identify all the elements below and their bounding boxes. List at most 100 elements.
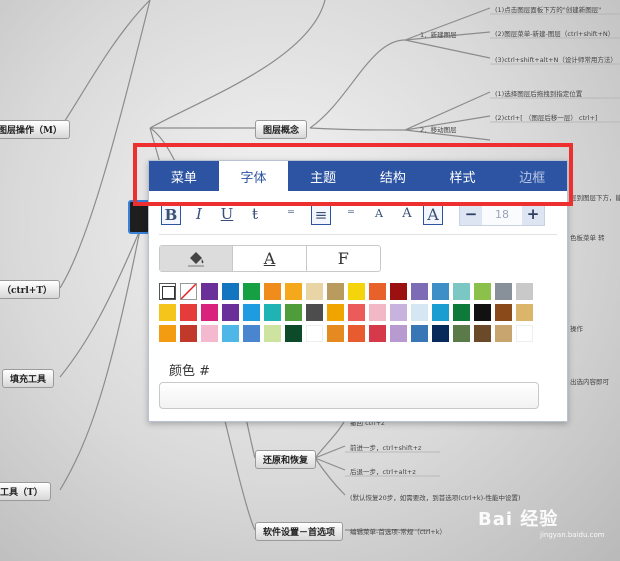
font-largest-button[interactable]: A — [423, 203, 443, 225]
color-swatch[interactable] — [516, 325, 533, 342]
color-swatch[interactable] — [222, 283, 239, 300]
color-swatch[interactable] — [285, 325, 302, 342]
color-swatch[interactable] — [243, 325, 260, 342]
mindmap-leaf: 2．移动图层 — [420, 126, 457, 134]
mindmap-node-text-tool[interactable]: 工具（T） — [0, 482, 51, 501]
color-swatch[interactable] — [432, 304, 449, 321]
color-swatch[interactable] — [180, 325, 197, 342]
watermark-brand: Bai 经验 — [478, 509, 559, 530]
color-swatch[interactable] — [243, 283, 260, 300]
color-swatch[interactable] — [264, 283, 281, 300]
color-swatch[interactable] — [285, 304, 302, 321]
font-larger-button[interactable]: A — [397, 203, 417, 225]
divider — [159, 234, 557, 235]
align-center-button[interactable]: ≡ — [311, 203, 331, 225]
increase-size-button[interactable]: + — [522, 205, 544, 225]
color-swatch[interactable] — [180, 283, 197, 300]
color-swatch[interactable] — [516, 283, 533, 300]
font-size-value[interactable]: 18 — [482, 205, 522, 225]
color-swatch[interactable] — [432, 283, 449, 300]
color-swatch[interactable] — [453, 283, 470, 300]
color-swatch[interactable] — [222, 325, 239, 342]
fill-color-button[interactable] — [160, 246, 234, 271]
color-hex-label: 颜色 # — [169, 364, 211, 379]
color-swatch[interactable] — [159, 304, 176, 321]
italic-button[interactable]: I — [189, 203, 209, 225]
bold-button[interactable]: B — [161, 203, 181, 225]
color-swatch[interactable] — [306, 325, 323, 342]
font-smaller-button[interactable]: A — [369, 203, 389, 225]
strikethrough-button[interactable]: ŧ — [245, 203, 265, 225]
mindmap-leaf: 后退一步，ctrl+alt+z — [350, 468, 416, 476]
color-swatch[interactable] — [327, 304, 344, 321]
baidu-watermark: Bai 经验 jingyan.baidu.com — [478, 505, 618, 545]
mindmap-node-layer-concept[interactable]: 图层概念 — [255, 120, 308, 139]
tab-theme[interactable]: 主题 — [288, 161, 358, 191]
color-swatch[interactable] — [264, 325, 281, 342]
color-swatch[interactable] — [180, 304, 197, 321]
font-family-button[interactable]: F — [307, 246, 380, 271]
color-swatch[interactable] — [453, 325, 470, 342]
color-swatch[interactable] — [474, 304, 491, 321]
color-target-selector: A F — [159, 245, 381, 272]
color-swatch[interactable] — [411, 304, 428, 321]
tab-font[interactable]: 字体 — [218, 161, 289, 191]
color-swatch[interactable] — [495, 304, 512, 321]
font-size-stepper[interactable]: − 18 + — [459, 204, 545, 226]
color-swatch[interactable] — [201, 325, 218, 342]
mindmap-leaf: 出选内容即可 — [570, 378, 609, 386]
color-swatch[interactable] — [369, 304, 386, 321]
mindmap-leaf: 编辑菜单-首选项-常规（ctrl+k） — [350, 528, 447, 536]
align-left-button[interactable]: ⁼ — [281, 203, 301, 225]
color-swatch[interactable] — [264, 304, 281, 321]
color-swatch[interactable] — [390, 283, 407, 300]
color-swatch[interactable] — [369, 283, 386, 300]
color-swatch[interactable] — [369, 325, 386, 342]
mindmap-leaf: 前进一步，ctrl+shift+z — [350, 444, 422, 452]
color-swatch[interactable] — [306, 304, 323, 321]
mindmap-node-layer-ops[interactable]: 图层操作（M） — [0, 120, 70, 139]
mindmap-node-undo-redo[interactable]: 还原和恢复 — [255, 450, 317, 469]
mindmap-node-preferences[interactable]: 软件设置－首选项 — [255, 522, 344, 541]
tab-structure[interactable]: 结构 — [358, 161, 428, 191]
color-swatch[interactable] — [495, 283, 512, 300]
tab-menu[interactable]: 菜单 — [149, 161, 219, 191]
color-swatch[interactable] — [201, 283, 218, 300]
color-swatch[interactable] — [516, 304, 533, 321]
color-swatch[interactable] — [390, 325, 407, 342]
color-swatch[interactable] — [306, 283, 323, 300]
color-swatch[interactable] — [285, 283, 302, 300]
mindmap-leaf: (1)点击图层面板下方的"创建新图层" — [495, 6, 602, 14]
color-swatch[interactable] — [411, 283, 428, 300]
color-swatch[interactable] — [453, 304, 470, 321]
tab-border[interactable]: 边框 — [497, 161, 567, 191]
font-color-button[interactable]: A — [233, 246, 307, 271]
color-hex-input[interactable] — [159, 382, 539, 409]
color-swatch[interactable] — [348, 283, 365, 300]
color-swatch[interactable] — [390, 304, 407, 321]
color-swatch[interactable] — [327, 325, 344, 342]
color-swatch[interactable] — [474, 325, 491, 342]
color-swatch[interactable] — [432, 325, 449, 342]
fill-bucket-icon — [188, 251, 205, 266]
tab-style[interactable]: 样式 — [428, 161, 498, 191]
color-swatch[interactable] — [201, 304, 218, 321]
color-swatch[interactable] — [159, 325, 176, 342]
align-right-button[interactable]: ⁼ — [341, 203, 361, 225]
mindmap-leaf: (1)选择图层后拖拽到指定位置 — [495, 90, 583, 98]
color-swatch[interactable] — [474, 283, 491, 300]
color-swatch[interactable] — [348, 325, 365, 342]
color-swatch[interactable] — [348, 304, 365, 321]
color-swatch[interactable] — [222, 304, 239, 321]
color-swatch[interactable] — [159, 283, 176, 300]
color-swatch[interactable] — [327, 283, 344, 300]
selected-node-handle[interactable] — [128, 200, 150, 234]
color-swatch[interactable] — [495, 325, 512, 342]
color-swatch[interactable] — [243, 304, 260, 321]
mindmap-node-fill-tool[interactable]: 填充工具 — [2, 369, 55, 388]
underline-button[interactable]: U — [217, 203, 237, 225]
decrease-size-button[interactable]: − — [460, 205, 482, 225]
color-swatch[interactable] — [411, 325, 428, 342]
mindmap-node-transform[interactable]: （ctrl+T） — [0, 280, 61, 299]
mindmap-leaf: (2)图层菜单-新建-图层（ctrl+shift+N） — [495, 30, 615, 38]
